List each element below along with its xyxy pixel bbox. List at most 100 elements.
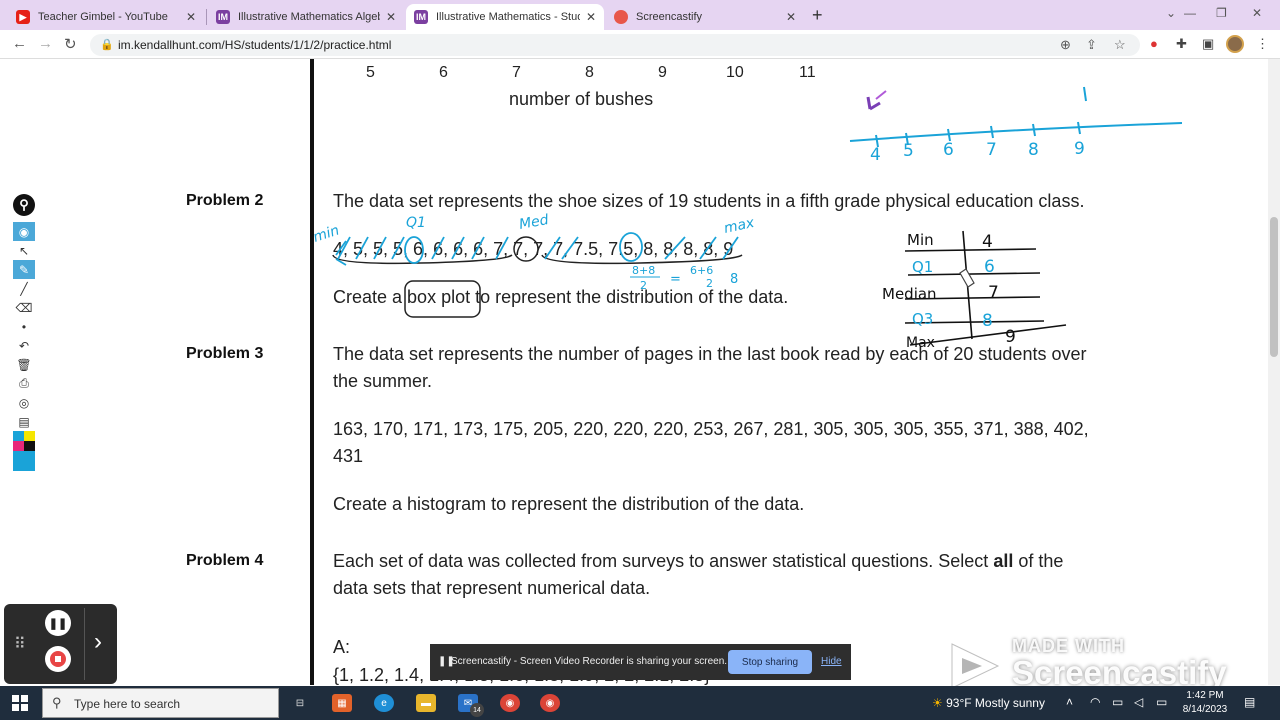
q3-result: 8 [730, 272, 738, 287]
screenshot-icon[interactable]: ◎ [13, 393, 35, 412]
median-label: Med [518, 212, 550, 233]
wifi-icon[interactable]: ◠ [1090, 695, 1100, 709]
minimize-button[interactable]: — [1184, 6, 1196, 20]
chevron-up-icon[interactable]: ˄ [1066, 695, 1073, 709]
extensions-puzzle-icon[interactable]: ✚ [1176, 36, 1187, 52]
windows-taskbar: ⚲ Type here to search ⊟ ▦ e ▬ ✉ 14 ◉ ◉ ☀… [0, 686, 1280, 720]
screencastify-icon [614, 10, 628, 24]
screencastify-extension-icon[interactable]: ● [1150, 36, 1158, 51]
selected-color-swatch[interactable] [13, 451, 35, 471]
number-line-label: 6 [943, 140, 954, 160]
sun-icon: ☀ [932, 696, 943, 710]
task-view-icon[interactable]: ⊟ [290, 694, 310, 712]
lock-icon: 🔒 [100, 39, 114, 51]
youtube-icon: ▶ [16, 10, 30, 24]
weather-text: 93°F Mostly sunny [946, 696, 1045, 710]
q3-calc-den: 2 [640, 279, 647, 292]
color-swatch[interactable] [13, 431, 24, 441]
close-window-button[interactable]: ✕ [1252, 6, 1262, 20]
color-swatch[interactable] [24, 441, 35, 451]
number-line-label: 5 [903, 141, 914, 161]
number-line-label: 9 [1074, 139, 1085, 159]
volume-icon[interactable]: ◁ [1134, 695, 1143, 709]
stop-icon [50, 651, 66, 667]
address-toolbar: ← → ↻ 🔒 im.kendallhunt.com/HS/students/1… [0, 30, 1280, 59]
more-menu-icon[interactable]: ⋮ [1256, 36, 1269, 52]
practice-page: 5 6 7 8 9 10 11 number of bushes Problem… [0, 59, 1268, 685]
close-icon[interactable]: ✕ [186, 10, 196, 24]
camera-icon[interactable]: ⎙ [13, 374, 35, 393]
date: 8/14/2023 [1182, 704, 1228, 715]
color-picker[interactable] [13, 431, 35, 441]
table-value-min: 4 [982, 232, 993, 252]
side-panel-icon[interactable]: ▣ [1202, 36, 1214, 52]
tab-title: Illustrative Mathematics Algebra [238, 11, 380, 23]
cursor-arrow-icon [866, 90, 887, 111]
chevron-down-icon[interactable]: ⌄ [1166, 6, 1176, 20]
screen-share-bar: ❚❚ Screencastify - Screen Video Recorder… [430, 644, 851, 680]
file-explorer-icon[interactable]: ▬ [416, 694, 436, 712]
tab-youtube[interactable]: ▶ Teacher Gimbel - YouTube ✕ [8, 4, 204, 30]
number-line-sketch [849, 86, 1183, 148]
color-swatch[interactable] [13, 441, 24, 451]
page-scrollbar[interactable] [1268, 59, 1280, 685]
stop-record-button[interactable] [45, 646, 71, 672]
tab-im-student[interactable]: IM Illustrative Mathematics - Studen ✕ [406, 4, 604, 30]
back-button[interactable]: ← [12, 35, 27, 52]
color-swatch[interactable] [24, 431, 35, 441]
tab-im-algebra[interactable]: IM Illustrative Mathematics Algebra ✕ [208, 4, 404, 30]
network-icon[interactable]: ▭ [1156, 695, 1167, 709]
omnibox[interactable]: 🔒 im.kendallhunt.com/HS/students/1/1/2/p… [90, 34, 1140, 56]
battery-icon[interactable]: ▭ [1112, 695, 1123, 709]
avatar[interactable] [1226, 35, 1244, 53]
eye-icon[interactable]: ◉ [13, 222, 35, 241]
time: 1:42 PM [1186, 690, 1224, 701]
chevron-right-icon[interactable]: › [94, 628, 102, 656]
bookmark-star-icon[interactable]: ☆ [1114, 37, 1126, 53]
close-icon[interactable]: ✕ [386, 10, 396, 24]
max-label: max [723, 215, 757, 237]
share-icon[interactable]: ⇪ [1086, 37, 1097, 53]
table-label-min: Min [907, 231, 934, 249]
line-icon[interactable]: ╱ [13, 279, 35, 298]
office-icon[interactable]: ▦ [332, 694, 352, 712]
zoom-icon[interactable]: ⊕ [1060, 37, 1071, 53]
quartile-calculations: 8+8 2 = 6+6 2 8 [630, 264, 738, 292]
notification-icon[interactable]: ▤ [1244, 695, 1255, 709]
screencastify-logo-icon[interactable]: ⚲ [13, 194, 35, 216]
windows-start-icon[interactable] [12, 695, 28, 711]
hide-link[interactable]: Hide [821, 656, 842, 667]
new-tab-button[interactable]: + [812, 5, 823, 26]
weather-widget[interactable]: ☀ 93°F Mostly sunny [932, 696, 1045, 710]
forward-button[interactable]: → [38, 35, 53, 52]
annotation-toolbar: ⚲ ◉ ↖ ✎ ╱ ⌫ • ↶ 🗑 ⎙ ◎ ▤ [13, 194, 35, 484]
close-icon[interactable]: ✕ [786, 10, 796, 24]
chrome-icon[interactable]: ◉ [540, 694, 560, 712]
scrollbar-thumb[interactable] [1270, 217, 1278, 357]
close-icon[interactable]: ✕ [586, 10, 596, 24]
edge-icon[interactable]: e [374, 694, 394, 712]
clipboard-icon[interactable]: ▤ [13, 412, 35, 431]
dot-icon[interactable]: • [13, 317, 35, 336]
tab-screencastify[interactable]: Screencastify ✕ [606, 4, 804, 30]
maximize-button[interactable]: ❐ [1216, 6, 1227, 20]
table-value-q3: 8 [982, 311, 993, 331]
drag-handle-icon[interactable]: ⠿ [14, 634, 27, 654]
clock[interactable]: 1:42 PM 8/14/2023 [1180, 689, 1230, 717]
reload-button[interactable]: ↻ [64, 35, 77, 53]
url-text[interactable]: im.kendallhunt.com/HS/students/1/1/2/pra… [118, 38, 391, 52]
pen-icon[interactable]: ✎ [13, 260, 35, 279]
number-line-label: 7 [986, 140, 997, 160]
pointer-icon[interactable]: ↖ [13, 241, 35, 260]
undo-icon[interactable]: ↶ [13, 336, 35, 355]
trash-icon[interactable]: 🗑 [13, 355, 35, 374]
table-value-max: 9 [1005, 327, 1016, 347]
search-icon: ⚲ [52, 695, 62, 710]
eraser-icon[interactable]: ⌫ [13, 298, 35, 317]
tab-title: Illustrative Mathematics - Studen [436, 11, 580, 23]
taskbar-search-input[interactable]: ⚲ Type here to search [42, 688, 279, 718]
pause-button[interactable]: ❚❚ [45, 610, 71, 636]
stop-sharing-button[interactable]: Stop sharing [728, 650, 812, 674]
chrome-icon[interactable]: ◉ [500, 694, 520, 712]
search-placeholder: Type here to search [74, 697, 181, 711]
